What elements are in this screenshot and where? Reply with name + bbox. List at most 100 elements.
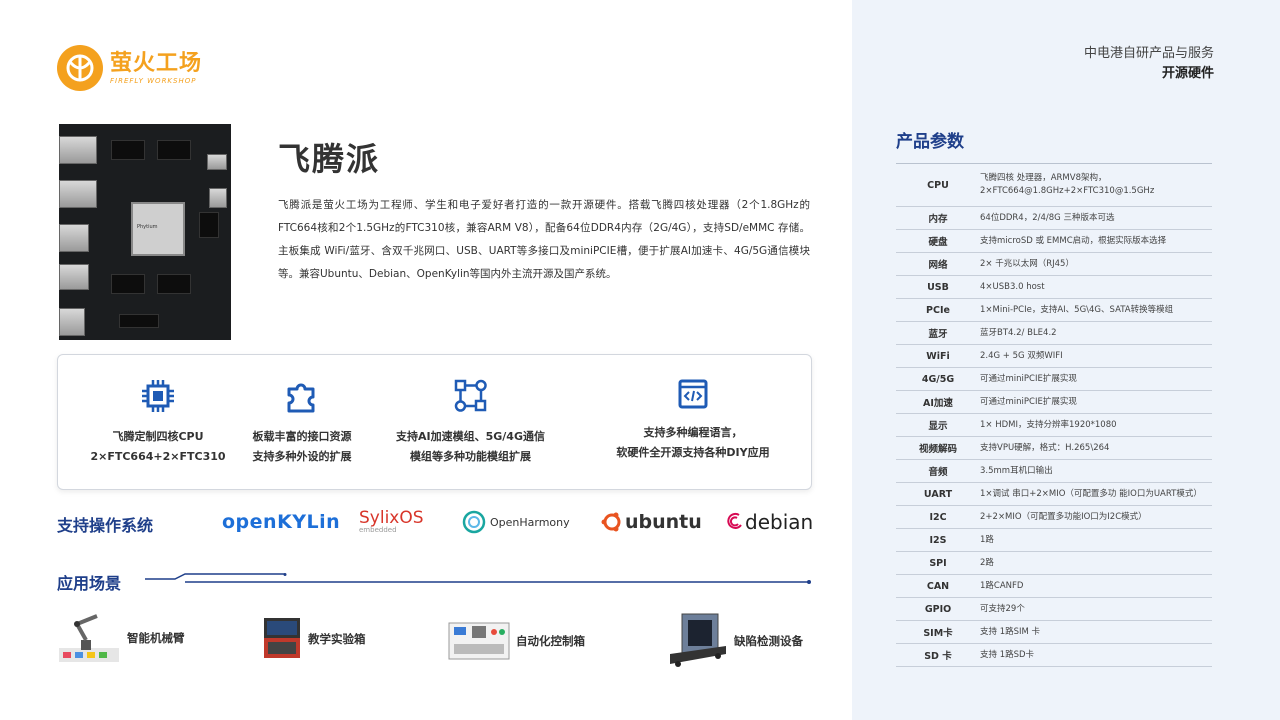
scene-divider-line xyxy=(145,573,811,584)
param-value-line1: 3.5mm耳机口输出 xyxy=(980,465,1053,476)
os-section-title: 支持操作系统 xyxy=(57,516,154,535)
params-title: 产品参数 xyxy=(896,132,964,152)
param-row: CPU 飞腾四核 处理器，ARMV8架构， 2×FTC664@1.8GHz+2×FT… xyxy=(896,164,1212,207)
puzzle-icon xyxy=(287,383,315,413)
brand-line2: 开源硬件 xyxy=(1161,66,1214,81)
openkylin-logo: open KYLin xyxy=(222,507,340,537)
param-row: SD 卡 支持 1路SD卡 xyxy=(896,644,1212,667)
debian-swirl-icon xyxy=(727,512,742,529)
param-value-line1: 支持VPU硬解，格式：H.265\264 xyxy=(980,442,1110,453)
param-value: 1路CANFD xyxy=(980,580,1212,593)
scene-robot-arm: 智能机械臂 xyxy=(57,612,185,664)
param-value: 支持microSD 或 EMMC启动，根据实际版本选择 xyxy=(980,235,1212,248)
param-key: 内存 xyxy=(928,214,948,225)
param-key: UART xyxy=(923,488,953,500)
param-value-line1: 飞腾四核 处理器，ARMV8架构， xyxy=(980,173,1107,183)
scene-control-box: 自动化控制箱 xyxy=(448,622,585,660)
debian-text: debian xyxy=(745,510,814,534)
param-value: 支持 1路SD卡 xyxy=(980,649,1212,662)
param-row: GPIO 可支持29个 xyxy=(896,598,1212,621)
param-value: 2+2×MIO（可配置多功能IO口为I2C模式） xyxy=(980,511,1212,524)
param-value-line1: 1路 xyxy=(980,534,994,545)
param-key: 硬盘 xyxy=(928,237,948,248)
product-title: 飞腾派 xyxy=(278,140,381,178)
firefly-logo: 萤火工场 FIREFLY WORKSHOP xyxy=(57,45,202,91)
ubuntu-icon xyxy=(601,512,621,532)
param-value-line1: 2路 xyxy=(980,557,994,568)
param-row: 视频解码 支持VPU硬解，格式：H.265\264 xyxy=(896,437,1212,460)
param-key: SPI xyxy=(929,557,947,569)
logo-en-text: FIREFLY WORKSHOP xyxy=(110,76,197,85)
param-value-line1: 1路CANFD xyxy=(980,580,1024,591)
param-value: 2路 xyxy=(980,557,1212,570)
ubuntu-text: ubuntu xyxy=(625,511,702,533)
openharmony-logo: OpenHarmony xyxy=(462,507,570,537)
param-key: USB xyxy=(927,281,949,293)
params-panel: 中电港自研产品与服务 开源硬件 产品参数 CPU 飞腾四核 处理器，ARMV8架构… xyxy=(852,0,1280,720)
param-value-line1: 1×调试 串口+2×MIO（可配置多功 能IO口为UART模式） xyxy=(980,488,1202,499)
feature-interfaces-line2: 支持多种外设的扩展 xyxy=(252,450,352,463)
param-key: SIM卡 xyxy=(923,628,953,639)
param-row: WiFi 2.4G + 5G 双频WIFI xyxy=(896,345,1212,368)
feature-cpu-line2: 2×FTC664+2×FTC310 xyxy=(90,450,226,463)
sylixos-sub-text: embedded xyxy=(359,526,397,534)
product-description: 飞腾派是萤火工场为工程师、学生和电子爱好者打造的一款开源硬件。搭载飞腾四核处理器… xyxy=(278,199,810,280)
param-key: SD 卡 xyxy=(924,651,952,662)
param-value-line1: 支持microSD 或 EMMC启动，根据实际版本选择 xyxy=(980,235,1167,246)
openkylin-text-a: open xyxy=(222,511,278,533)
param-row: CAN 1路CANFD xyxy=(896,575,1212,598)
param-key: 视频解码 xyxy=(918,444,957,455)
param-value-line1: 2× 千兆以太网（RJ45） xyxy=(980,258,1074,269)
ubuntu-logo: ubuntu xyxy=(601,507,702,537)
param-row: AI加速 可通过miniPCIE扩展实现 xyxy=(896,391,1212,414)
param-row: 硬盘 支持microSD 或 EMMC启动，根据实际版本选择 xyxy=(896,230,1212,253)
scene-section-title: 应用场景 xyxy=(57,574,122,593)
feature-card: 飞腾定制四核CPU 2×FTC664+2×FTC310 板载丰富的接口资源 支持… xyxy=(57,354,812,490)
feature-programming-line2: 软硬件全开源支持各种DIY应用 xyxy=(616,446,770,459)
param-value-line1: 可支持29个 xyxy=(980,603,1025,614)
feature-modules-line2: 模组等多种功能模组扩展 xyxy=(410,450,531,463)
param-row: 显示 1× HDMI，支持分辨率1920*1080 xyxy=(896,414,1212,437)
param-value: 可通过miniPCIE扩展实现 xyxy=(980,396,1212,409)
param-row: PCIe 1×Mini-PCIe，支持AI、5G\4G、SATA转换等模组 xyxy=(896,299,1212,322)
params-table: CPU 飞腾四核 处理器，ARMV8架构， 2×FTC664@1.8GHz+2×FT… xyxy=(896,163,1212,667)
sylixos-logo: SylixOS embedded xyxy=(359,510,424,540)
param-row: SIM卡 支持 1路SIM 卡 xyxy=(896,621,1212,644)
scene-defect-detection: 缺陷检测设备 xyxy=(668,612,803,670)
param-value: 飞腾四核 处理器，ARMV8架构， 2×FTC664@1.8GHz+2×FTC31… xyxy=(980,172,1212,198)
param-key: 蓝牙 xyxy=(928,329,948,340)
param-value-line1: 可通过miniPCIE扩展实现 xyxy=(980,396,1077,407)
feature-cpu-line1: 飞腾定制四核CPU xyxy=(112,430,204,443)
scene-label-defect-detection: 缺陷检测设备 xyxy=(734,634,803,648)
param-value: 1×调试 串口+2×MIO（可配置多功 能IO口为UART模式） xyxy=(980,488,1212,501)
firefly-logo-icon xyxy=(57,45,103,91)
param-value-line1: 支持 1路SIM 卡 xyxy=(980,626,1041,637)
param-key: I2C xyxy=(929,511,947,523)
param-key: I2S xyxy=(929,534,947,546)
board-photo: Phytium xyxy=(59,124,231,340)
param-value: 2× 千兆以太网（RJ45） xyxy=(980,258,1212,271)
param-value: 4×USB3.0 host xyxy=(980,281,1212,294)
chip-label: Phytium xyxy=(137,224,158,230)
logo-cn-text: 萤火工场 xyxy=(110,50,203,76)
param-value-line1: 可通过miniPCIE扩展实现 xyxy=(980,373,1077,384)
brand-tagline: 中电港自研产品与服务 开源硬件 xyxy=(1084,44,1214,84)
openharmony-text: OpenHarmony xyxy=(490,515,570,529)
feature-interfaces: 板载丰富的接口资源 支持多种外设的扩展 xyxy=(222,379,382,467)
param-key: GPIO xyxy=(924,603,952,615)
param-value-line1: 1×Mini-PCIe，支持AI、5G\4G、SATA转换等模组 xyxy=(980,304,1174,315)
brand-line1: 中电港自研产品与服务 xyxy=(1083,46,1214,61)
param-key: 显示 xyxy=(928,421,948,432)
scene-label-robot-arm: 智能机械臂 xyxy=(127,631,185,645)
control-box-icon xyxy=(448,622,510,660)
param-value: 可支持29个 xyxy=(980,603,1212,616)
debian-logo: debian xyxy=(727,507,813,537)
param-key: 网络 xyxy=(928,260,948,271)
param-value: 可通过miniPCIE扩展实现 xyxy=(980,373,1212,386)
param-key: CAN xyxy=(926,580,950,592)
param-value: 64位DDR4，2/4/8G 三种版本可选 xyxy=(980,212,1212,225)
openkylin-text-b: KYLin xyxy=(277,511,341,533)
param-row: SPI 2路 xyxy=(896,552,1212,575)
param-value: 2.4G + 5G 双频WIFI xyxy=(980,350,1212,363)
feature-modules-line1: 支持AI加速模组、5G/4G通信 xyxy=(396,430,545,443)
